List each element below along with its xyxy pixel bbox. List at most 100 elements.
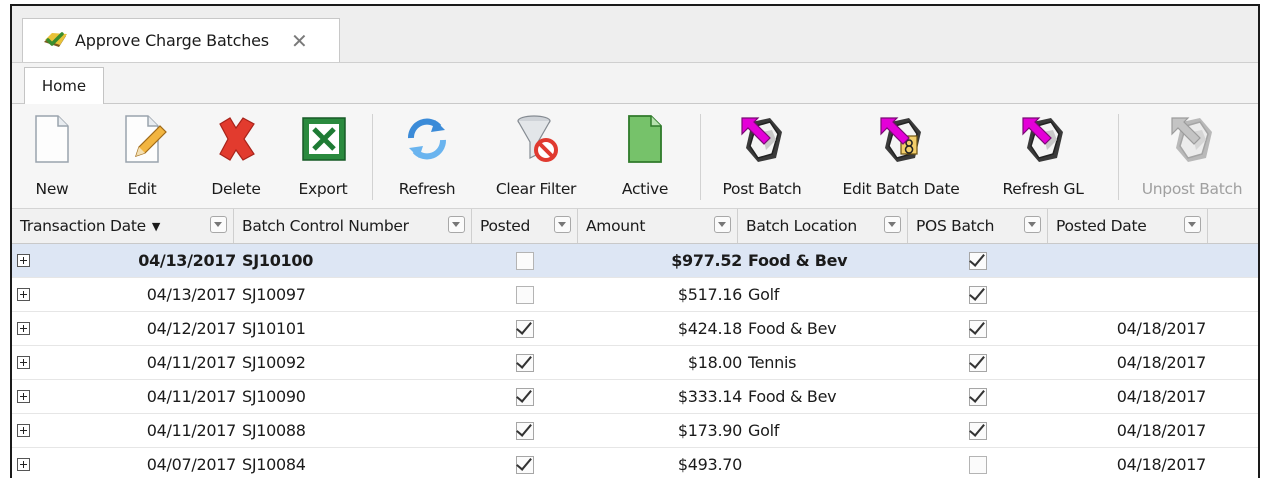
- cell-batch-control-number: SJ10090: [242, 387, 306, 406]
- pos-batch-checkbox[interactable]: [969, 455, 987, 474]
- cell-posted-date: 04/18/2017: [1116, 387, 1207, 406]
- cell-batch-control-number: SJ10084: [242, 455, 306, 474]
- cell-posted-date: [1048, 278, 1206, 311]
- filter-dropdown-icon[interactable]: [554, 216, 571, 233]
- cell-transaction-date: 04/13/2017: [138, 251, 236, 270]
- table-row[interactable]: 04/11/2017 SJ10090 $333.14 Food & Bev 04/18/…: [12, 380, 1258, 414]
- filter-dropdown-icon[interactable]: [448, 216, 465, 233]
- edit-pencil-icon: [125, 115, 167, 163]
- cell-pos-batch: [908, 380, 1048, 413]
- refresh-icon: [407, 118, 447, 160]
- toolbar-separator: [700, 114, 701, 200]
- expand-row-icon[interactable]: [17, 322, 30, 335]
- refresh-button[interactable]: Refresh: [392, 104, 462, 208]
- pos-batch-checkbox[interactable]: [969, 353, 987, 372]
- filter-dropdown-icon[interactable]: [884, 216, 901, 233]
- cell-batch-location: [748, 448, 908, 478]
- unpost-batch-icon: [1171, 117, 1212, 162]
- cell-transaction-date: 04/11/2017: [146, 387, 237, 406]
- cell-pos-batch: [908, 312, 1048, 345]
- cell-posted-date: 04/18/2017: [1116, 421, 1207, 440]
- cell-transaction-date: 04/07/2017: [146, 455, 237, 474]
- table-row[interactable]: 04/07/2017 SJ10084 $493.70 04/18/2017: [12, 448, 1258, 478]
- posted-checkbox[interactable]: [516, 353, 534, 372]
- expand-row-icon[interactable]: [17, 458, 30, 471]
- table-row[interactable]: 04/11/2017 SJ10092 $18.00 Tennis 04/18/2017: [12, 346, 1258, 380]
- expand-row-icon[interactable]: [17, 288, 30, 301]
- column-header-batch-location[interactable]: Batch Location: [738, 209, 908, 243]
- new-button[interactable]: New: [22, 104, 82, 208]
- unpost-batch-button[interactable]: Unpost Batch: [1128, 104, 1256, 208]
- column-header-batch-control-number[interactable]: Batch Control Number: [234, 209, 472, 243]
- close-icon[interactable]: ✕: [291, 31, 308, 51]
- edit-batch-date-icon: [880, 117, 921, 162]
- cell-batch-location: Food & Bev: [748, 387, 837, 406]
- post-batch-button[interactable]: Post Batch: [712, 104, 812, 208]
- cell-pos-batch: [908, 244, 1048, 277]
- cell-amount: $493.70: [677, 455, 742, 474]
- edit-button[interactable]: Edit: [112, 104, 172, 208]
- active-document-icon: [628, 115, 662, 163]
- column-header-posted-date[interactable]: Posted Date: [1048, 209, 1208, 243]
- pos-batch-checkbox[interactable]: [969, 421, 987, 440]
- table-row[interactable]: 04/13/2017 SJ10097 $517.16 Golf: [12, 278, 1258, 312]
- cell-posted: [472, 244, 578, 277]
- tab-approve-charge-batches[interactable]: Approve Charge Batches ✕: [22, 18, 340, 62]
- cell-amount: $424.18: [677, 319, 742, 338]
- pos-batch-checkbox[interactable]: [969, 251, 987, 270]
- posted-checkbox[interactable]: [516, 319, 534, 338]
- posted-checkbox[interactable]: [516, 421, 534, 440]
- delete-button[interactable]: Delete: [196, 104, 276, 208]
- cell-batch-control-number: SJ10100: [242, 251, 314, 270]
- cell-posted: [472, 448, 578, 478]
- clear-filter-button[interactable]: Clear Filter: [486, 104, 586, 208]
- refresh-gl-button[interactable]: Refresh GL: [988, 104, 1098, 208]
- pos-batch-checkbox[interactable]: [969, 285, 987, 304]
- column-header-amount[interactable]: Amount: [578, 209, 738, 243]
- pos-batch-checkbox[interactable]: [969, 319, 987, 338]
- cell-posted: [472, 380, 578, 413]
- table-row[interactable]: 04/12/2017 SJ10101 $424.18 Food & Bev 04/18/…: [12, 312, 1258, 346]
- column-header-pos-batch[interactable]: POS Batch: [908, 209, 1048, 243]
- posted-checkbox[interactable]: [516, 455, 534, 474]
- cell-batch-control-number: SJ10101: [242, 319, 306, 338]
- cell-batch-location: Golf: [748, 285, 780, 304]
- expand-row-icon[interactable]: [17, 424, 30, 437]
- cell-posted-date: 04/18/2017: [1116, 455, 1207, 474]
- expand-row-icon[interactable]: [17, 254, 30, 267]
- cell-batch-location: Food & Bev: [748, 251, 848, 270]
- approve-checkmark-icon: [44, 31, 67, 47]
- tab-home[interactable]: Home: [24, 67, 104, 104]
- pos-batch-checkbox[interactable]: [969, 387, 987, 406]
- edit-batch-date-button[interactable]: Edit Batch Date: [826, 104, 976, 208]
- posted-checkbox[interactable]: [516, 285, 534, 304]
- filter-dropdown-icon[interactable]: [210, 216, 227, 233]
- cell-posted: [472, 278, 578, 311]
- new-document-icon: [35, 115, 69, 163]
- cell-transaction-date: 04/11/2017: [146, 353, 237, 372]
- cell-posted: [472, 346, 578, 379]
- column-header-transaction-date[interactable]: Transaction Date ▼: [12, 209, 234, 243]
- export-button[interactable]: Export: [288, 104, 358, 208]
- filter-dropdown-icon[interactable]: [1024, 216, 1041, 233]
- cell-batch-location: Golf: [748, 421, 780, 440]
- cell-transaction-date: 04/12/2017: [146, 319, 237, 338]
- table-row[interactable]: 04/11/2017 SJ10088 $173.90 Golf 04/18/2017: [12, 414, 1258, 448]
- ribbon-toolbar: New Edit Delete Export Refresh Clear Fil…: [12, 104, 1258, 209]
- tab-title: Approve Charge Batches: [75, 31, 269, 50]
- filter-dropdown-icon[interactable]: [1184, 216, 1201, 233]
- expand-row-icon[interactable]: [17, 356, 30, 369]
- posted-checkbox[interactable]: [516, 251, 534, 270]
- column-header-posted[interactable]: Posted: [472, 209, 578, 243]
- posted-checkbox[interactable]: [516, 387, 534, 406]
- table-row[interactable]: 04/13/2017 SJ10100 $977.52 Food & Bev: [12, 244, 1258, 278]
- cell-posted-date: 04/18/2017: [1116, 353, 1207, 372]
- toolbar-separator: [1118, 114, 1119, 200]
- expand-row-icon[interactable]: [17, 390, 30, 403]
- active-button[interactable]: Active: [608, 104, 682, 208]
- cell-posted-date: [1048, 244, 1206, 277]
- cell-amount: $333.14: [677, 387, 742, 406]
- cell-transaction-date: 04/11/2017: [146, 421, 237, 440]
- cell-batch-control-number: SJ10097: [242, 285, 306, 304]
- filter-dropdown-icon[interactable]: [714, 216, 731, 233]
